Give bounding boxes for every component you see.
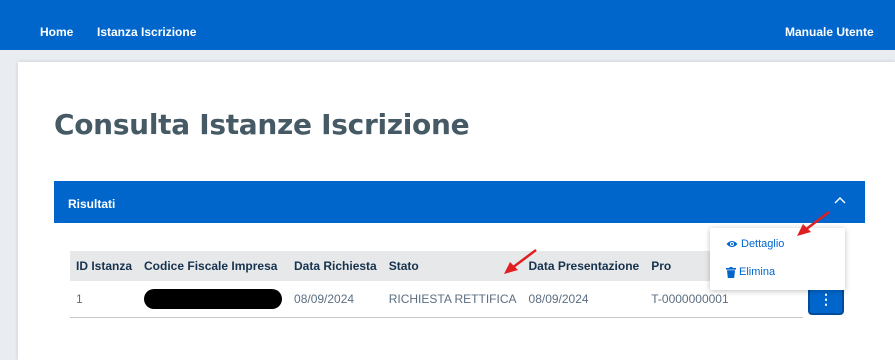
nav-istanza-iscrizione-link[interactable]: Istanza Iscrizione [97,25,196,39]
menu-item-elimina[interactable]: Elimina [726,266,775,278]
row-actions-menu: Dettaglio Elimina [710,228,845,290]
col-data-richiesta: Data Richiesta [288,251,383,281]
trash-icon [726,266,736,278]
results-label: Risultati [68,197,116,211]
menu-item-dettaglio[interactable]: Dettaglio [726,238,784,250]
col-codice-fiscale: Codice Fiscale Impresa [138,251,289,281]
nav-manuale-utente-link[interactable]: Manuale Utente [785,25,874,39]
results-accordion-header[interactable]: Risultati [54,181,865,223]
table-row: 1 08/09/2024 RICHIESTA RETTIFICA 08/09/2… [70,281,804,318]
col-id-istanza: ID Istanza [70,251,139,281]
col-stato: Stato [382,251,523,281]
col-data-presentazione: Data Presentazione [522,251,646,281]
page-title: Consulta Istanze Iscrizione [54,108,470,141]
top-navbar: Home Istanza Iscrizione Manuale Utente [0,0,895,50]
cell-data-richiesta: 08/09/2024 [288,281,383,318]
eye-icon [726,241,738,247]
cell-id: 1 [70,281,139,318]
cell-codice-fiscale [138,281,289,318]
cell-stato: RICHIESTA RETTIFICA [382,281,523,318]
chevron-up-icon[interactable] [833,194,847,208]
menu-item-elimina-label: Elimina [739,266,776,278]
results-table: ID Istanza Codice Fiscale Impresa Data R… [70,251,804,318]
nav-home-link[interactable]: Home [40,25,73,39]
redacted-value [144,288,283,309]
cell-data-presentazione: 08/09/2024 [522,281,646,318]
menu-item-dettaglio-label: Dettaglio [741,238,785,250]
table-header-row: ID Istanza Codice Fiscale Impresa Data R… [70,251,804,281]
